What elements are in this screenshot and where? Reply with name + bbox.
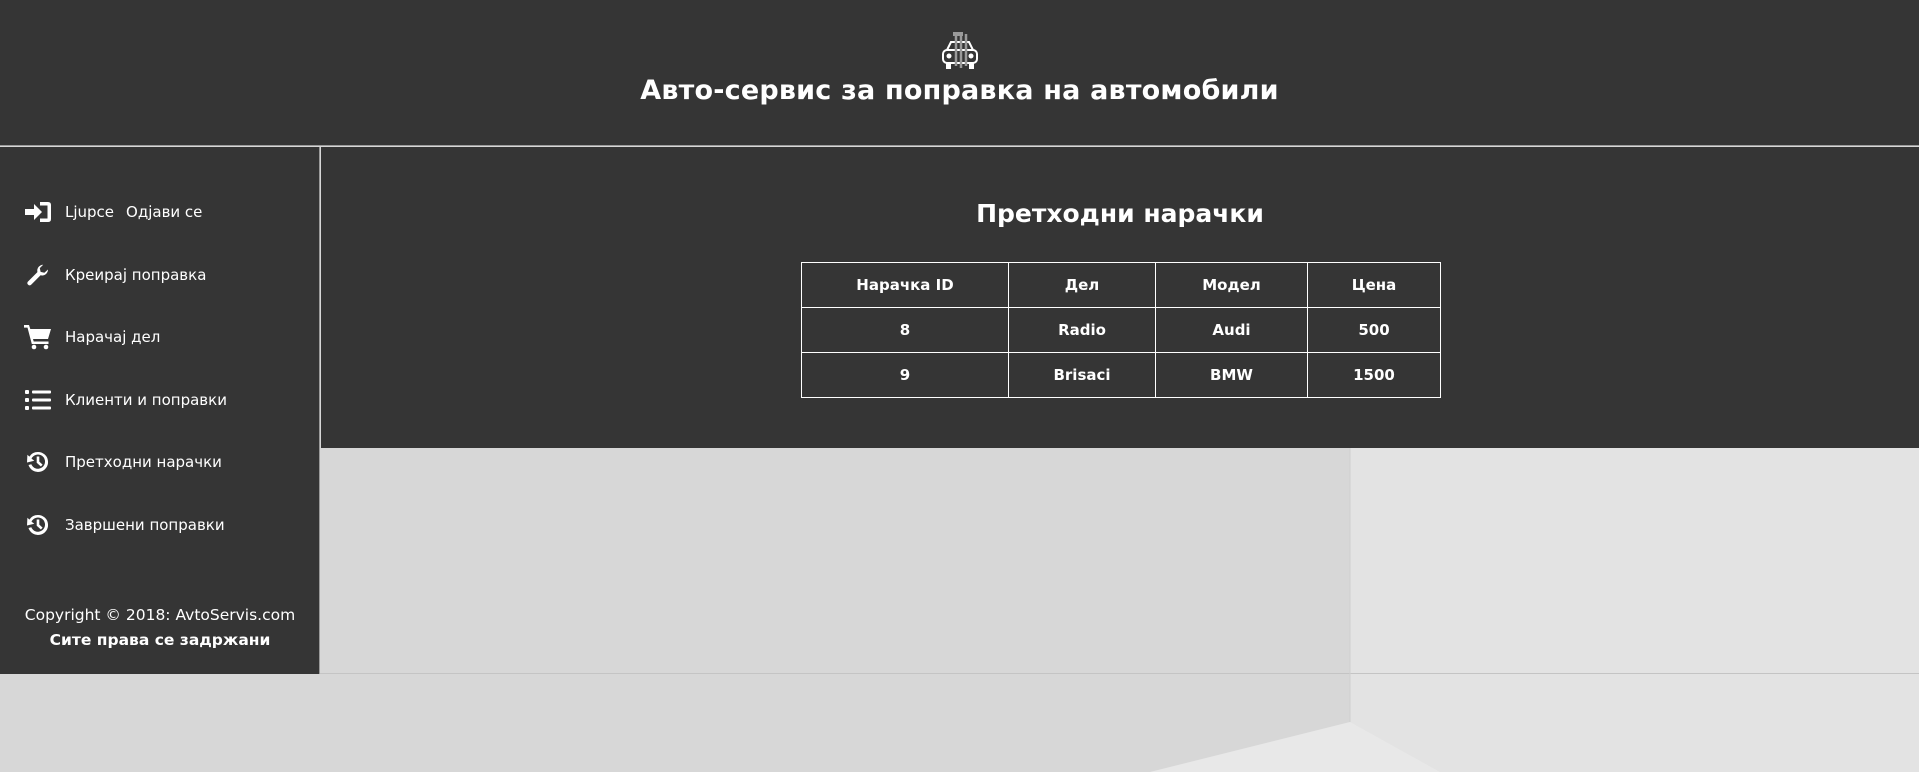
copyright-text: Copyright © 2018: AvtoServis.com: [24, 606, 296, 624]
sidebar-footer: Copyright © 2018: AvtoServis.com Сите пр…: [0, 603, 320, 653]
sidebar-item-previous-orders[interactable]: Претходни нарачки: [24, 447, 222, 477]
column-header-model: Модел: [1155, 262, 1308, 308]
main-content: Претходни нарачки Нарачка ID Дел Модел Ц…: [321, 147, 1919, 448]
sign-in-icon: [24, 199, 52, 225]
page-title: Претходни нарачки: [976, 199, 1264, 228]
sidebar-item-clients[interactable]: Клиенти и поправки: [24, 385, 227, 415]
sidebar-item-completed-repairs[interactable]: Завршени поправки: [24, 510, 225, 540]
cell-part: Radio: [1008, 307, 1156, 353]
shopping-cart-icon: [24, 324, 52, 350]
logout-link[interactable]: Одјави се: [126, 203, 202, 221]
sidebar-item-label: Претходни нарачки: [65, 453, 222, 471]
sidebar: Ljupce Одјави се Креирај поправка Нарача…: [0, 147, 320, 674]
cell-price: 1500: [1307, 352, 1441, 398]
sidebar-user: Ljupce Одјави се: [24, 197, 202, 227]
sidebar-item-order-part[interactable]: Нарачај дел: [24, 322, 160, 352]
site-header: Авто-сервис за поправка на автомобили: [0, 0, 1919, 146]
cell-part: Brisaci: [1008, 352, 1156, 398]
list-icon: [24, 387, 52, 413]
column-header-order-id: Нарачка ID: [801, 262, 1009, 308]
cell-order-id: 8: [801, 307, 1009, 353]
user-name: Ljupce: [65, 203, 115, 221]
cell-order-id: 9: [801, 352, 1009, 398]
background-wall: [1350, 447, 1919, 772]
sidebar-item-label: Завршени поправки: [65, 516, 225, 534]
column-header-part: Дел: [1008, 262, 1156, 308]
history-icon: [24, 449, 52, 475]
cell-price: 500: [1307, 307, 1441, 353]
table-row: 9 Brisaci BMW 1500: [801, 352, 1441, 398]
cell-model: Audi: [1155, 307, 1308, 353]
history-icon: [24, 512, 52, 538]
sidebar-item-label: Креирај поправка: [65, 266, 207, 284]
orders-table: Нарачка ID Дел Модел Цена 8 Radio Audi 5…: [801, 262, 1441, 398]
table-row: 8 Radio Audi 500: [801, 307, 1441, 353]
wrench-icon: [24, 262, 52, 288]
rights-text: Сите права се задржани: [49, 631, 271, 649]
site-title: Авто-сервис за поправка на автомобили: [640, 75, 1279, 106]
table-header-row: Нарачка ID Дел Модел Цена: [801, 262, 1441, 308]
column-header-price: Цена: [1307, 262, 1441, 308]
sidebar-item-label: Клиенти и поправки: [65, 391, 227, 409]
cell-model: BMW: [1155, 352, 1308, 398]
sidebar-item-create-repair[interactable]: Креирај поправка: [24, 260, 206, 290]
car-repair-icon: [942, 32, 978, 69]
sidebar-item-label: Нарачај дел: [65, 328, 161, 346]
